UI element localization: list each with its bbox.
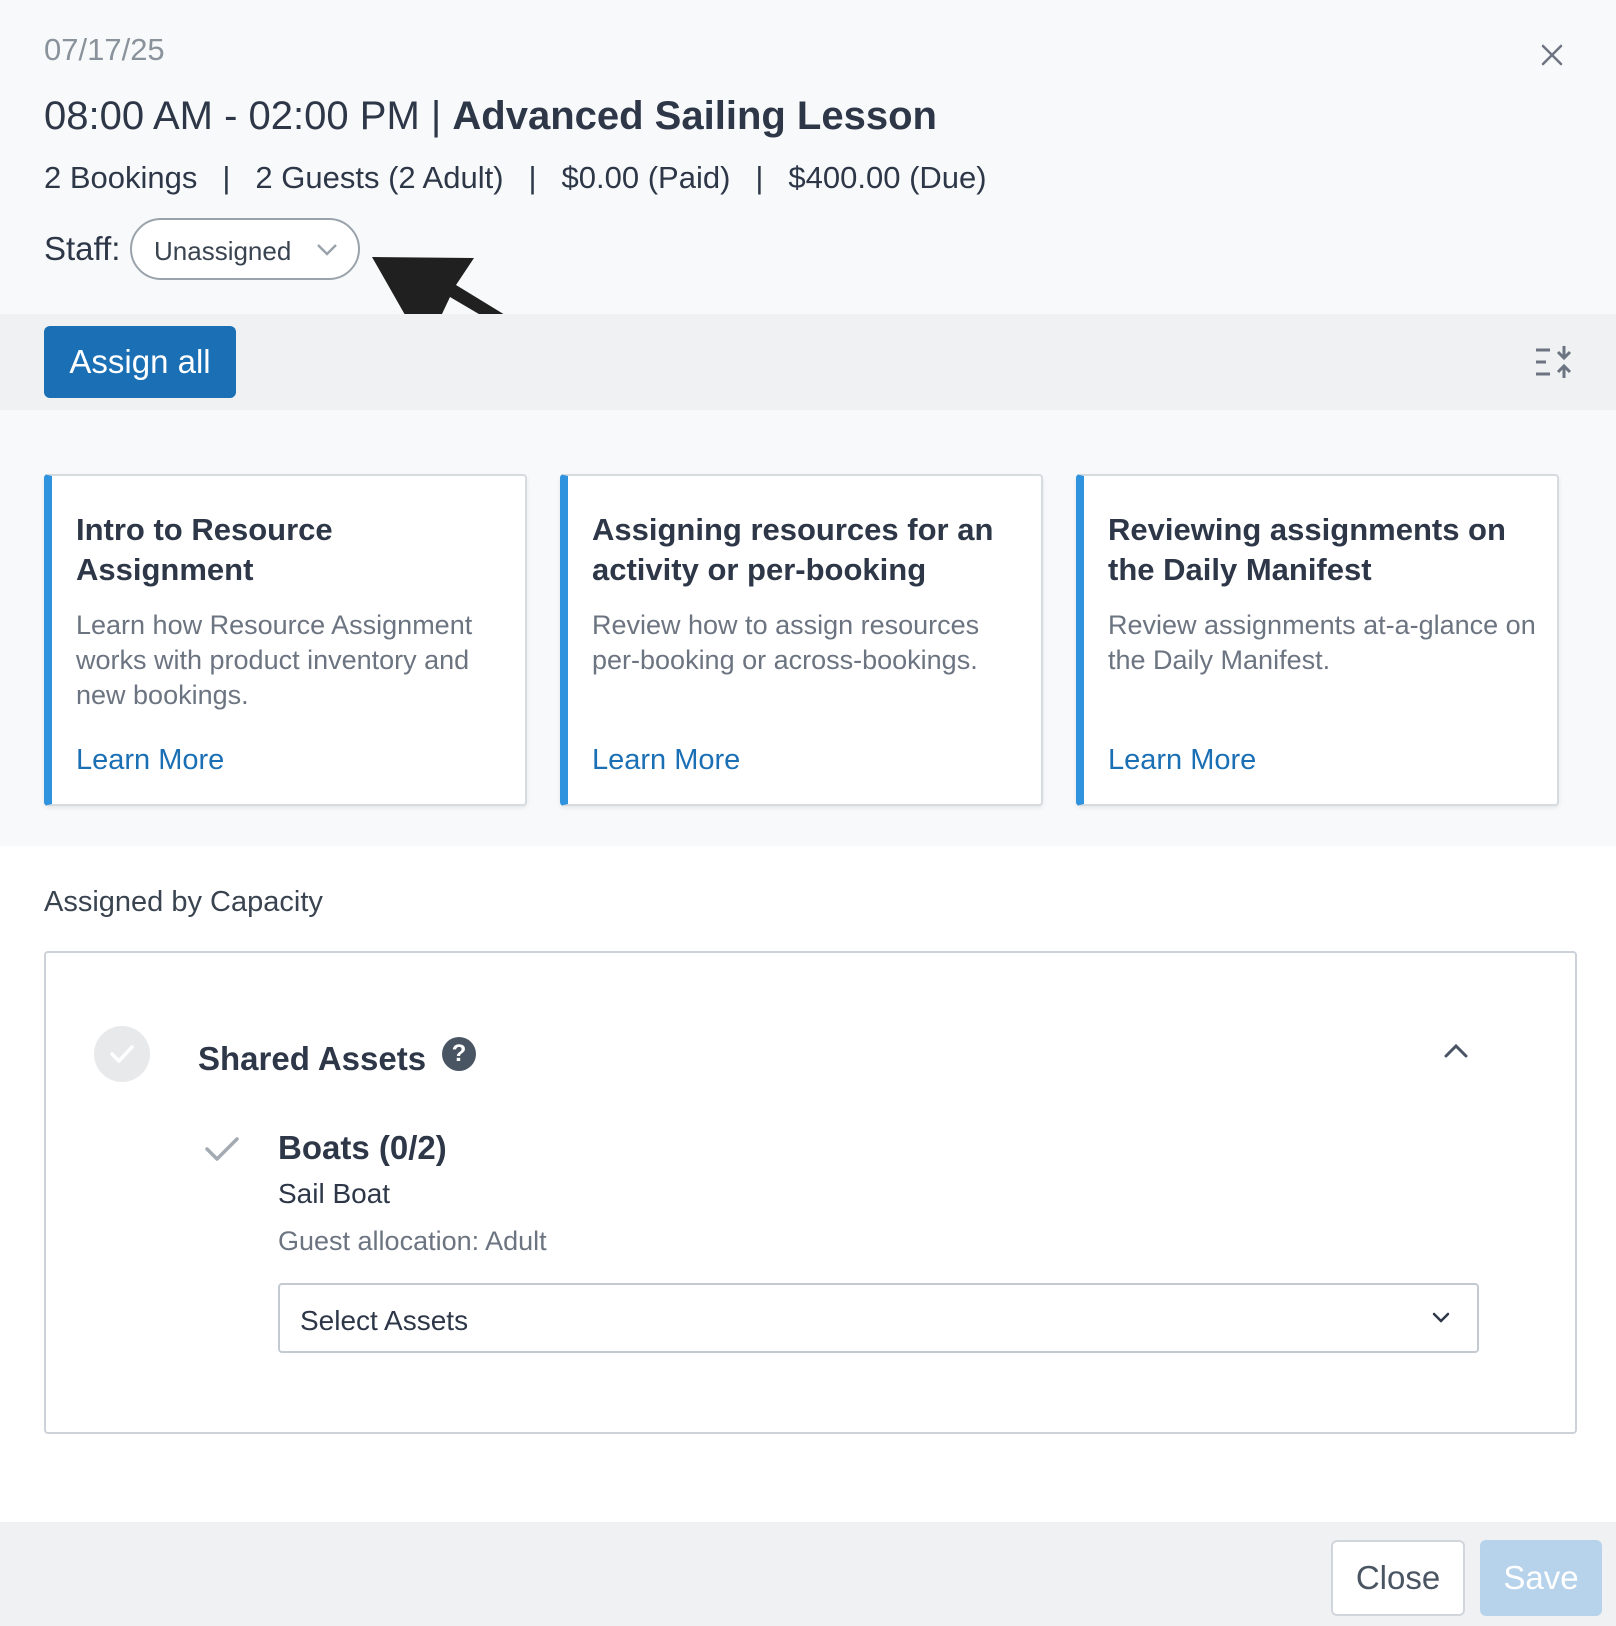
resource-type: Sail Boat [278,1178,391,1209]
shared-assets-title: Shared Assets [198,1040,427,1077]
status-check-icon [94,1026,150,1082]
booking-summary: 2 Bookings | 2 Guests (2 Adult) | $0.00 (Pai… [44,160,987,196]
guests-count: 2 Guests (2 Adult) [255,160,504,195]
resource-title: Boats (0/2) [278,1129,447,1166]
card-description: Learn how Resource Assignment works with… [76,610,473,710]
learn-more-link[interactable]: Learn More [1108,744,1256,777]
activity-name: Advanced Sailing Lesson [452,94,937,138]
due-amount: $400.00 (Due) [788,160,987,195]
time-range: 08:00 AM - 02:00 PM | [44,94,442,138]
card-description: Review how to assign resources per-booki… [592,610,980,675]
card-title: Assigning resources for an activity or p… [592,512,994,587]
assignment-toolbar: Assign all [0,314,1616,410]
save-button[interactable]: Save [1480,1540,1602,1616]
guest-allocation: Guest allocation: Adult [278,1226,547,1256]
summary-separator: | [755,160,764,195]
event-date: 07/17/25 [44,32,165,67]
help-icon[interactable]: ? [442,1037,476,1071]
event-title: 08:00 AM - 02:00 PM | Advanced Sailing L… [44,94,937,139]
select-assets-dropdown[interactable]: Select Assets [278,1283,1479,1353]
learn-more-link[interactable]: Learn More [592,744,740,777]
card-description: Review assignments at-a-glance on the Da… [1108,610,1536,675]
help-card-intro: Intro to Resource Assignment Learn how R… [44,474,527,806]
staff-value: Unassigned [154,236,292,266]
capacity-panel: Shared Assets ? Boats (0/2) Sail Boat Gu… [44,951,1577,1434]
section-label: Assigned by Capacity [44,886,323,918]
chevron-down-icon [317,244,337,256]
summary-separator: | [528,160,537,195]
modal-footer: Close Save [0,1522,1616,1626]
paid-amount: $0.00 (Paid) [561,160,731,195]
chevron-up-icon[interactable] [1444,1043,1468,1059]
collapse-all-icon[interactable] [1534,344,1574,380]
learn-more-link[interactable]: Learn More [76,744,224,777]
close-icon[interactable] [1533,36,1571,74]
help-card-manifest: Reviewing assignments on the Daily Manif… [1076,474,1559,806]
staff-dropdown[interactable]: Unassigned [130,218,360,280]
card-title: Reviewing assignments on the Daily Manif… [1108,512,1506,587]
help-card-assigning: Assigning resources for an activity or p… [560,474,1043,806]
help-cards: Intro to Resource Assignment Learn how R… [0,410,1616,846]
card-title: Intro to Resource Assignment [76,512,333,587]
chevron-down-icon [1432,1312,1450,1323]
check-icon [205,1137,239,1161]
modal-header: 07/17/25 08:00 AM - 02:00 PM | Advanced … [0,0,1616,314]
select-assets-placeholder: Select Assets [300,1305,469,1336]
staff-label: Staff: [44,230,121,267]
bookings-count: 2 Bookings [44,160,198,195]
summary-separator: | [222,160,231,195]
close-button[interactable]: Close [1331,1540,1465,1616]
assign-all-button[interactable]: Assign all [44,326,236,398]
